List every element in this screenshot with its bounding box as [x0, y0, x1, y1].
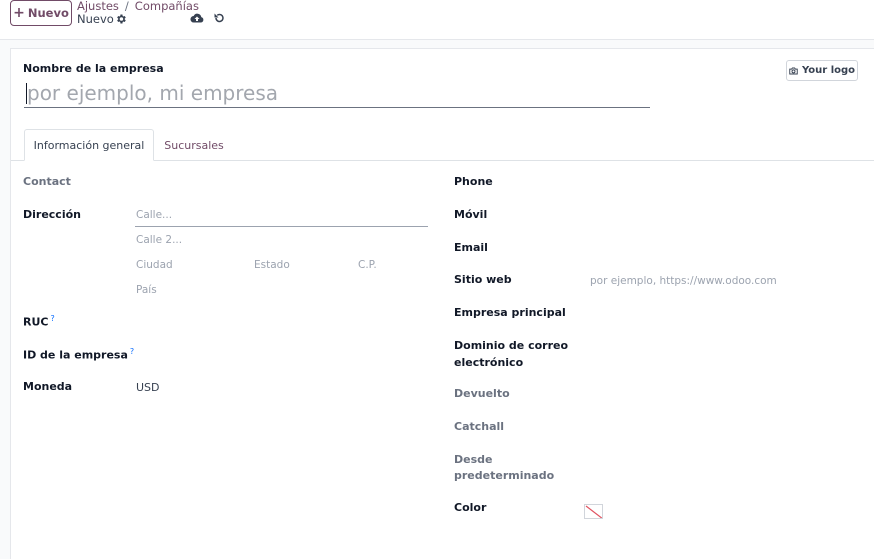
ruc-label: RUC?: [23, 314, 55, 329]
camera-icon: [789, 67, 798, 74]
company-id-label: ID de la empresa?: [23, 347, 134, 362]
new-button[interactable]: + Nuevo: [10, 0, 72, 26]
default-from-label-line2: predeterminado: [454, 469, 555, 482]
company-name-input[interactable]: [24, 78, 650, 108]
ruc-help-icon[interactable]: ?: [50, 314, 54, 323]
email-domain-label-line2: electrónico: [454, 356, 524, 369]
currency-field[interactable]: USD: [136, 381, 160, 394]
zip-input[interactable]: C.P.: [358, 259, 377, 271]
street-input[interactable]: Calle...: [136, 209, 172, 221]
no-color-icon: [585, 505, 602, 518]
currency-label: Moneda: [23, 380, 73, 393]
bounce-label: Devuelto: [454, 387, 510, 400]
color-label: Color: [454, 501, 487, 514]
website-label: Sitio web: [454, 273, 512, 286]
state-select[interactable]: Estado: [254, 259, 290, 271]
ruc-label-text: RUC: [23, 315, 49, 329]
company-id-label-text: ID de la empresa: [23, 348, 128, 362]
website-input[interactable]: por ejemplo, https://www.odoo.com: [590, 275, 777, 287]
address-label: Dirección: [23, 208, 81, 221]
cloud-upload-icon[interactable]: [190, 12, 204, 24]
phone-label: Phone: [454, 175, 493, 188]
breadcrumb-separator: /: [124, 0, 129, 13]
undo-icon[interactable]: [213, 12, 225, 24]
tab-general-info[interactable]: Información general: [24, 129, 154, 161]
street2-input[interactable]: Calle 2...: [136, 234, 182, 246]
country-select[interactable]: País: [136, 284, 157, 296]
email-domain-label-line1: Dominio de correo: [454, 339, 569, 352]
logo-upload-button[interactable]: Your logo: [786, 60, 858, 81]
default-from-label-line1: Desde: [454, 453, 493, 466]
mobile-label: Móvil: [454, 208, 488, 221]
new-button-label: Nuevo: [27, 6, 69, 20]
text-cursor: [26, 83, 27, 104]
contact-label: Contact: [23, 175, 71, 188]
plus-icon: +: [13, 5, 25, 21]
street-underline: [135, 226, 428, 227]
record-name: Nuevo: [77, 12, 114, 26]
catchall-label: Catchall: [454, 420, 505, 433]
control-panel: + Nuevo Ajustes / Compañías Nuevo: [0, 0, 874, 40]
color-picker[interactable]: [584, 504, 603, 519]
city-input[interactable]: Ciudad: [136, 259, 173, 271]
form-sheet: [10, 48, 874, 559]
email-label: Email: [454, 241, 488, 254]
logo-button-label: Your logo: [801, 65, 856, 76]
company-name-label: Nombre de la empresa: [23, 62, 164, 75]
gear-icon[interactable]: [115, 13, 127, 25]
company-id-help-icon[interactable]: ?: [130, 347, 134, 356]
tab-branches[interactable]: Sucursales: [158, 129, 230, 161]
parent-company-label: Empresa principal: [454, 306, 566, 319]
